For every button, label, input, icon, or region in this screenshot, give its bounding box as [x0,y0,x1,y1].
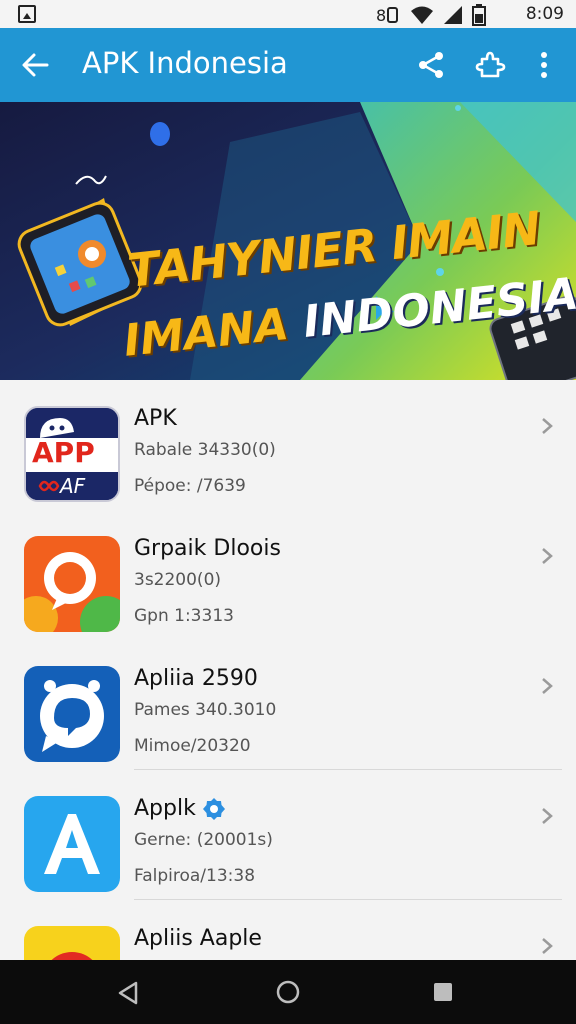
nav-recents-icon[interactable] [432,981,454,1003]
share-icon[interactable] [416,50,446,80]
svg-text:8: 8 [376,6,386,25]
chevron-right-icon [542,678,553,694]
infinity-icon [38,480,60,492]
chevron-right-icon [542,938,553,954]
app-meta: 3s2200(0) [134,570,222,590]
battery-icon [472,4,486,26]
app-meta: Rabale 34330(0) [134,440,276,460]
letter-a-icon [24,796,120,892]
app-title: Applk [134,796,226,821]
chat-bubble-icon [24,536,120,632]
chevron-right-icon [542,808,553,824]
app-meta-secondary: Mimoe/20320 [134,736,251,756]
app-title: Grpaik Dloois [134,536,281,561]
bot-chat-icon [24,666,120,762]
app-title: Apliia 2590 [134,666,258,691]
extension-icon[interactable] [474,49,506,81]
clock: 8:09 [525,4,564,24]
verified-badge-icon [202,798,225,820]
page-title: APK Indonesia [82,46,288,80]
signal-icon [444,6,462,24]
app-meta-secondary: Gpn 1:3313 [134,606,234,626]
status-bar: 8 8:09 [0,0,576,28]
back-arrow-icon[interactable] [20,50,50,80]
app-logo-subtext: AF [60,474,86,498]
app-meta: Pames 340.3010 [134,700,277,720]
decor-dot [150,122,170,146]
app-title: APK [134,406,177,431]
more-vert-icon[interactable] [534,50,554,80]
app-title-text: Applk [134,796,196,821]
list-item[interactable]: Apliis Aaple [0,900,576,960]
chevron-right-icon [542,418,553,434]
nav-back-icon[interactable] [116,980,140,1006]
app-bar: APK Indonesia [0,28,576,102]
sync-icon: 8 [376,6,398,25]
image-notification-icon [18,5,36,23]
app-meta-secondary: Falpiroa/13:38 [134,866,256,886]
app-meta: Gerne: (20001s) [134,830,273,850]
status-icons: 8 [376,4,486,26]
app-logo-text: APP [32,436,95,469]
list-item[interactable]: Grpaik Dloois 3s2200(0) Gpn 1:3313 [0,510,576,640]
wifi-icon [411,6,433,24]
app-logo-icon: APP AF [24,406,120,502]
app-title: Apliis Aaple [134,926,262,951]
promo-banner[interactable]: TAHYNIER IMAIN IMANA INDONESIA [0,102,576,380]
list-item[interactable]: Apliia 2590 Pames 340.3010 Mimoe/20320 [0,640,576,770]
system-nav-bar [0,960,576,1024]
app-list: APP AF APK Rabale 34330(0) Pépoe: /7639 … [0,380,576,960]
list-item[interactable]: Applk Gerne: (20001s) Falpiroa/13:38 [0,770,576,900]
red-circle-icon [24,926,120,960]
chevron-right-icon [542,548,553,564]
list-item[interactable]: APP AF APK Rabale 34330(0) Pépoe: /7639 [0,380,576,510]
nav-home-icon[interactable] [275,979,301,1005]
app-meta-secondary: Pépoe: /7639 [134,476,246,496]
